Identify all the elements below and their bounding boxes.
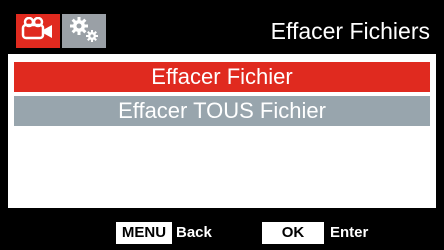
menu-panel: Effacer Fichier Effacer TOUS Fichier [8,54,436,208]
header-bar: Effacer Fichiers [0,0,444,50]
page-title: Effacer Fichiers [270,18,430,44]
footer-bar: MENU Back OK Enter [0,210,444,250]
video-camera-icon [21,16,55,46]
enter-label: Enter [330,224,369,241]
ok-key[interactable]: OK [262,222,324,244]
tab-settings[interactable] [62,14,106,48]
tab-video[interactable] [16,14,60,48]
settings-gears-icon [66,15,102,48]
menu-item-delete-all-files[interactable]: Effacer TOUS Fichier [14,96,430,126]
back-label: Back [176,224,212,241]
device-screen: Effacer Fichiers Effacer Fichier Effacer… [0,0,444,250]
menu-item-delete-file[interactable]: Effacer Fichier [14,62,430,92]
menu-key[interactable]: MENU [116,222,172,244]
